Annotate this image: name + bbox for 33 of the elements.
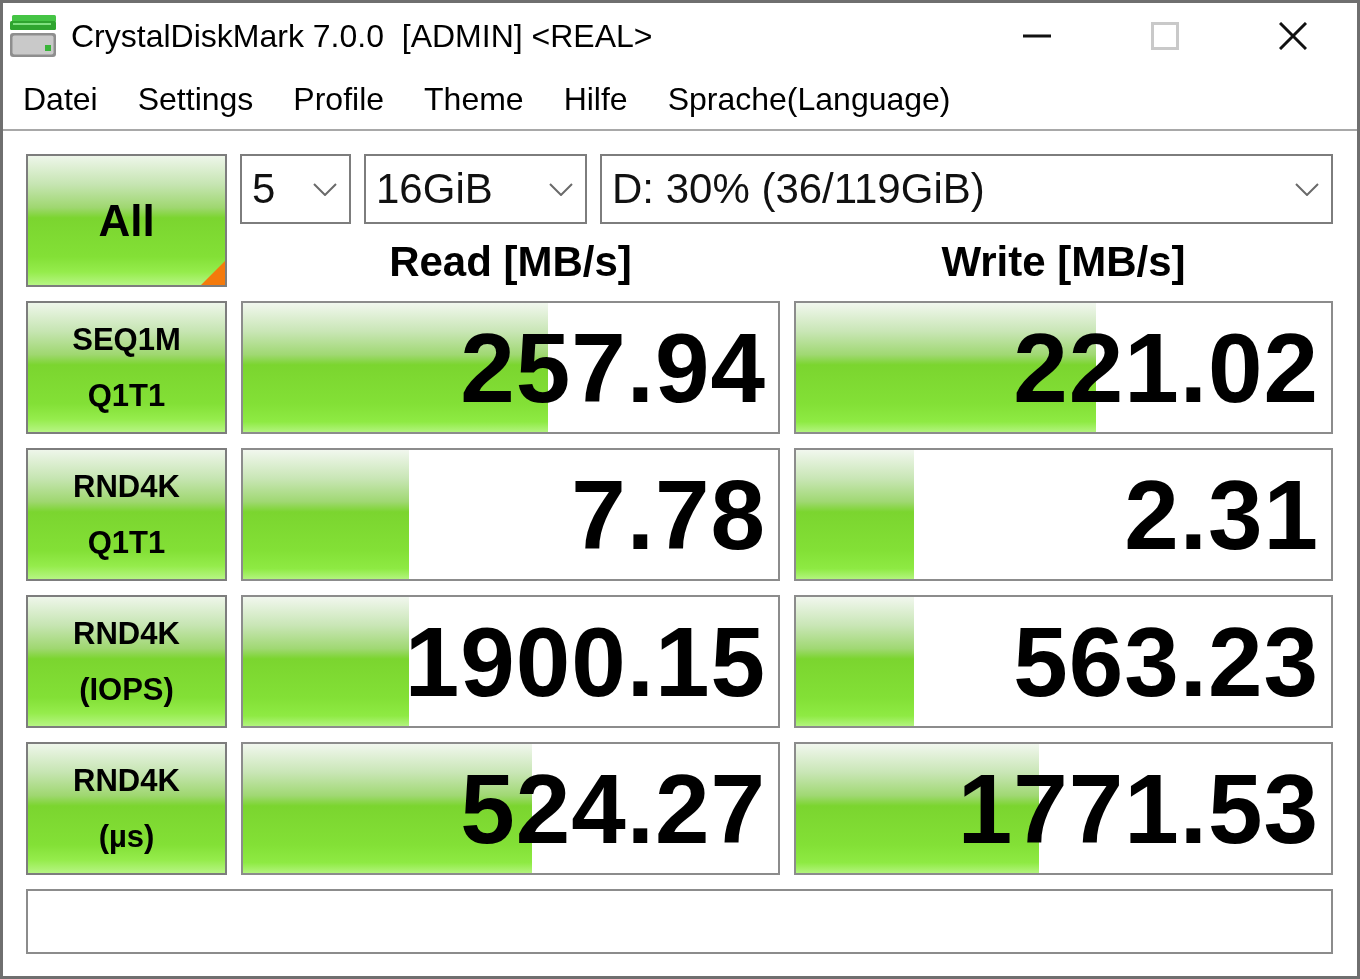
- result-value: 1771.53: [957, 759, 1319, 858]
- test-button[interactable]: SEQ1M Q1T1: [26, 301, 227, 434]
- dropdown[interactable]: 16GiB: [364, 154, 587, 224]
- menu-item[interactable]: Sprache(Language): [647, 76, 971, 122]
- test-button[interactable]: RND4K (IOPS): [26, 595, 227, 728]
- result-value: 221.02: [1013, 318, 1319, 417]
- menu-item[interactable]: Theme: [404, 76, 544, 122]
- all-button[interactable]: All: [26, 154, 227, 287]
- drive-icon: [10, 15, 56, 57]
- minimize-icon[interactable]: [1023, 34, 1051, 38]
- test-button[interactable]: RND4K (µs): [26, 742, 227, 875]
- column-header: Read [MB/s]: [389, 238, 632, 287]
- chevron-down-icon: [549, 182, 573, 196]
- result-value: 2.31: [1124, 465, 1319, 564]
- comment-field[interactable]: [26, 889, 1333, 954]
- result-value: 7.78: [571, 465, 766, 564]
- menu-item[interactable]: Settings: [117, 76, 274, 122]
- chevron-down-icon: [313, 182, 337, 196]
- column-header: Write [MB/s]: [941, 238, 1186, 287]
- corner-triangle-icon: [201, 261, 225, 285]
- dropdown[interactable]: 5: [240, 154, 351, 224]
- result-value: 524.27: [460, 759, 766, 858]
- test-button[interactable]: RND4K Q1T1: [26, 448, 227, 581]
- dropdown[interactable]: D: 30% (36/119GiB): [600, 154, 1333, 224]
- menu-item[interactable]: Hilfe: [543, 76, 648, 122]
- result-value: 563.23: [1013, 612, 1319, 711]
- menu-item[interactable]: Datei: [3, 76, 118, 122]
- result-value: 1900.15: [404, 612, 766, 711]
- result-value: 257.94: [460, 318, 766, 417]
- chevron-down-icon: [1295, 182, 1319, 196]
- window-title: CrystalDiskMark 7.0.0 [ADMIN] <REAL>: [71, 17, 653, 55]
- close-icon[interactable]: [1279, 22, 1307, 50]
- menu-item[interactable]: Profile: [273, 76, 405, 122]
